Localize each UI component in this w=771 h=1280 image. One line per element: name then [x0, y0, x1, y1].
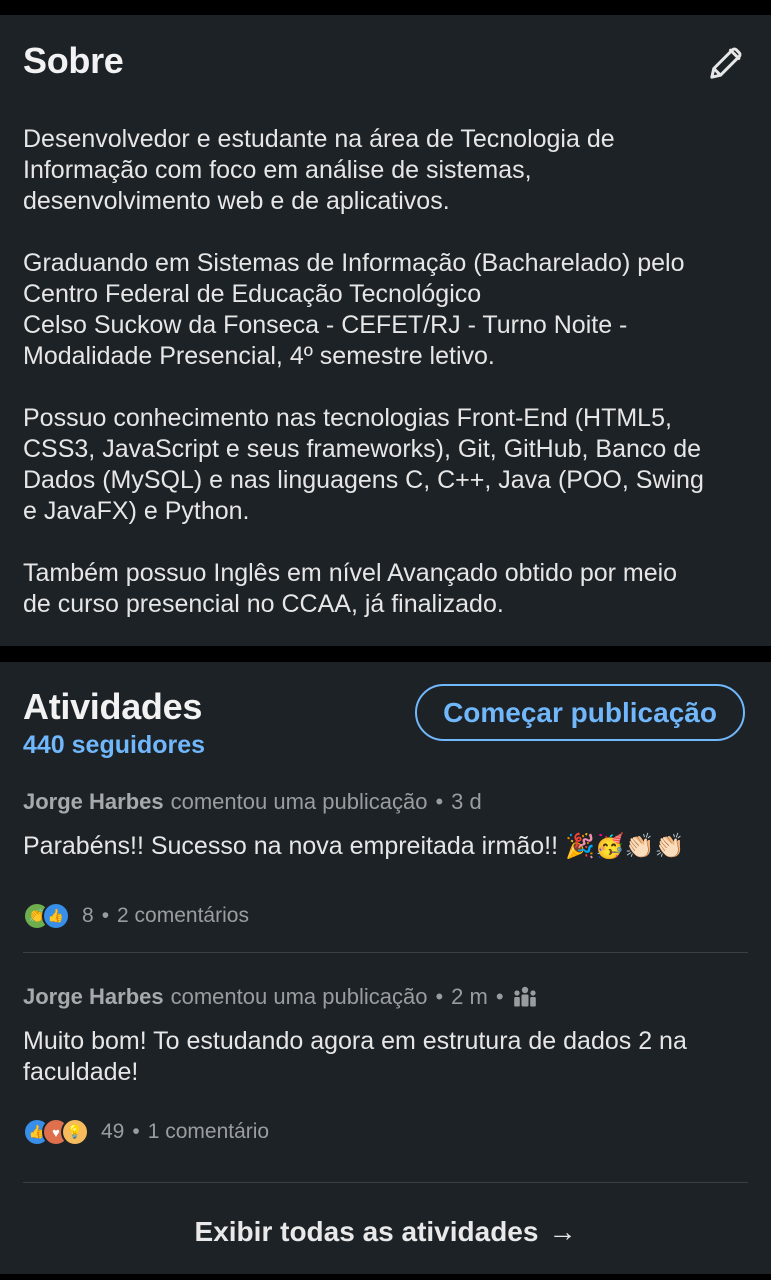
- meta-separator: •: [132, 1120, 140, 1143]
- comments-count[interactable]: 2 comentários: [117, 904, 249, 928]
- activity-item[interactable]: Jorge Harbes comentou uma publicação • 2…: [23, 984, 748, 1146]
- about-paragraph: Possuo conhecimento nas tecnologias Fron…: [23, 404, 704, 525]
- about-title: Sobre: [23, 40, 124, 81]
- activity-meta: Jorge Harbes comentou uma publicação • 3…: [23, 789, 748, 815]
- idea-icon: 💡: [61, 1118, 89, 1146]
- comment-body: Parabéns!! Sucesso na nova empreitada ir…: [23, 832, 559, 860]
- edit-about-button[interactable]: [700, 37, 752, 89]
- activity-action: comentou uma publicação: [170, 984, 428, 1009]
- comment-emojis: 🎉🥳👏🏻👏🏻: [564, 832, 685, 860]
- activity-meta: Jorge Harbes comentou uma publicação • 2…: [23, 984, 748, 1010]
- comments-count[interactable]: 1 comentário: [148, 1120, 269, 1144]
- meta-separator: •: [435, 789, 444, 814]
- divider: [23, 952, 748, 953]
- about-paragraph: Também possuo Inglês em nível Avançado o…: [23, 559, 678, 618]
- meta-separator: •: [435, 984, 444, 1009]
- activity-section: Atividades 440 seguidores Começar public…: [0, 662, 771, 1274]
- about-paragraph: Graduando em Sistemas de Informação (Bac…: [23, 249, 685, 370]
- like-icon: 👍: [42, 902, 70, 930]
- reactions-bar[interactable]: 👏 👍 8 • 2 comentários: [23, 902, 249, 930]
- start-post-button[interactable]: Começar publicação: [415, 684, 745, 741]
- comment-text: Parabéns!! Sucesso na nova empreitada ir…: [23, 831, 748, 862]
- show-all-activity-button[interactable]: Exibir todas as atividades →: [0, 1202, 771, 1262]
- activity-item[interactable]: Jorge Harbes comentou uma publicação • 3…: [23, 789, 748, 930]
- about-section: Sobre Desenvolvedor e estudante na área …: [0, 15, 771, 646]
- reaction-count: 49: [101, 1120, 125, 1143]
- arrow-right-icon: →: [548, 1216, 577, 1247]
- activity-action: comentou uma publicação: [170, 789, 428, 814]
- author-name[interactable]: Jorge Harbes: [23, 984, 164, 1010]
- pencil-icon: [710, 47, 742, 79]
- group-icon: [513, 986, 536, 1007]
- show-all-label: Exibir todas as atividades: [194, 1216, 539, 1247]
- activity-title: Atividades: [23, 686, 203, 727]
- divider: [23, 1182, 748, 1183]
- comment-text: Muito bom! To estudando agora em estrutu…: [23, 1027, 687, 1086]
- about-text: Desenvolvedor e estudante na área de Tec…: [23, 124, 758, 651]
- reaction-count: 8: [82, 904, 94, 927]
- reactions-bar[interactable]: 👍 ♥ 💡 49 • 1 comentário: [23, 1118, 269, 1146]
- about-paragraph: Desenvolvedor e estudante na área de Tec…: [23, 125, 615, 215]
- activity-time: 3 d: [451, 789, 482, 814]
- reaction-icons: 👏 👍: [23, 902, 70, 930]
- reaction-icons: 👍 ♥ 💡: [23, 1118, 89, 1146]
- meta-separator: •: [101, 904, 110, 927]
- author-name[interactable]: Jorge Harbes: [23, 789, 164, 815]
- meta-separator: •: [495, 984, 504, 1009]
- activity-time: 2 m: [451, 984, 488, 1009]
- followers-count[interactable]: 440 seguidores: [23, 731, 205, 760]
